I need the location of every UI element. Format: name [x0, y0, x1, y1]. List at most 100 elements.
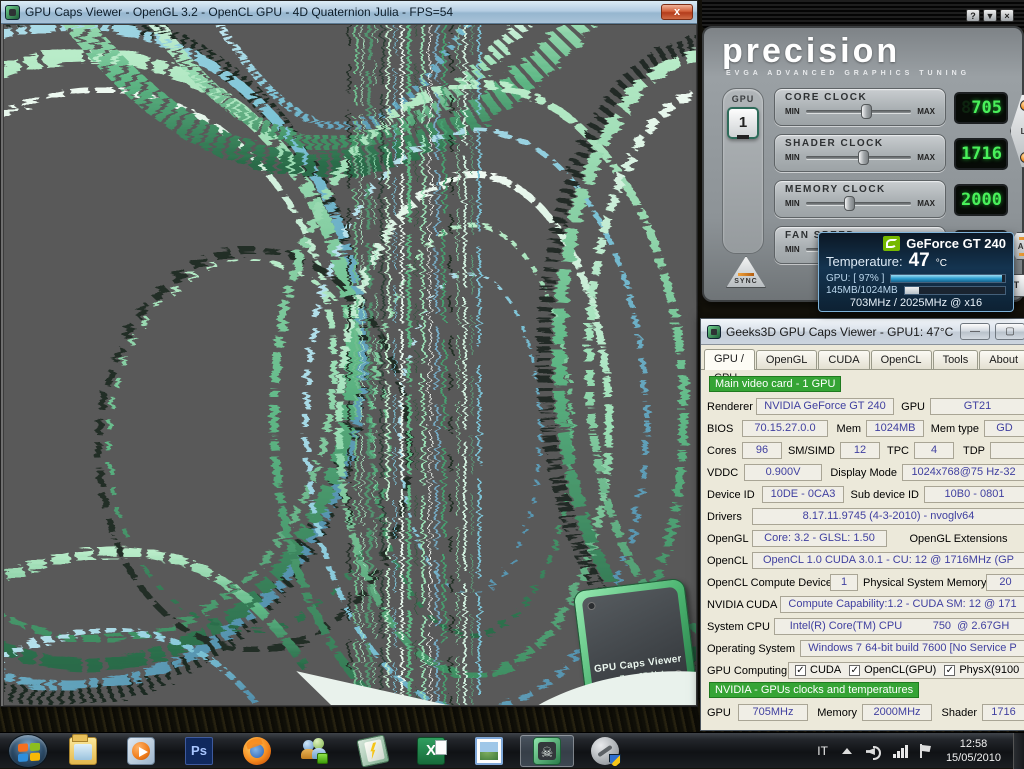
clock-gpu-label: GPU	[707, 707, 733, 719]
language-indicator[interactable]: IT	[817, 744, 828, 758]
mem-label: Mem	[833, 423, 861, 435]
checkbox-checked-icon	[944, 665, 955, 676]
row-cuda: NVIDIA CUDA Compute Capability:1.2 - CUD…	[707, 595, 1024, 614]
memtype-value: GD	[984, 420, 1024, 437]
help-button[interactable]: ?	[966, 9, 980, 22]
core-clock-slider[interactable]	[806, 110, 912, 113]
gpu-status-tooltip: GeForce GT 240 Temperature: 47 °C GPU: […	[818, 232, 1014, 312]
core-clock-label: CORE CLOCK	[785, 92, 935, 103]
taskbar-explorer[interactable]	[56, 735, 110, 767]
row-clocks: GPU 705MHz Memory 2000MHz Shader 1716	[707, 703, 1024, 722]
slider-thumb[interactable]	[861, 104, 872, 119]
shader-clock-slider[interactable]	[806, 156, 912, 159]
gpu-computing-label: GPU Computing	[707, 665, 783, 677]
display-mode-label: Display Mode	[827, 467, 897, 479]
gpu-selector: GPU 1	[722, 88, 764, 254]
clock[interactable]: 12:58 15/05/2010	[946, 737, 1001, 765]
clock-memory-label: Memory	[813, 707, 857, 719]
opengl-extensions-link[interactable]: OpenGL Extensions	[892, 533, 1024, 545]
tpc-value: 4	[914, 442, 954, 459]
precision-tagline: EVGA ADVANCED GRAPHICS TUNING	[726, 70, 970, 77]
core-clock-group: CORE CLOCK MIN MAX	[774, 88, 946, 126]
tab-about[interactable]: About	[979, 350, 1024, 369]
menu-button[interactable]: ▼	[983, 9, 997, 22]
start-button[interactable]	[8, 734, 48, 768]
show-desktop-button[interactable]	[1013, 733, 1024, 769]
row-renderer: Renderer NVIDIA GeForce GT 240 GPU GT21	[707, 397, 1024, 416]
min-label: MIN	[785, 153, 800, 162]
gpu-caps-viewer-window: Geeks3D GPU Caps Viewer - GPU1: 47°C — ▢…	[700, 318, 1024, 731]
maximize-button[interactable]: ▢	[995, 323, 1024, 340]
row-drivers: Drivers 8.17.11.9745 (4-3-2010) - nvoglv…	[707, 507, 1024, 526]
windows-logo-icon	[18, 743, 40, 762]
caps-titlebar[interactable]: Geeks3D GPU Caps Viewer - GPU1: 47°C — ▢	[701, 319, 1024, 345]
cuda-checkbox[interactable]: CUDA	[795, 663, 841, 678]
smsimd-value: 12	[840, 442, 880, 459]
memtype-label: Mem type	[929, 423, 979, 435]
taskbar-messenger[interactable]	[288, 735, 342, 767]
hidden-icons-chevron-icon[interactable]	[842, 748, 852, 754]
close-button[interactable]: ×	[1000, 9, 1014, 22]
slider-thumb[interactable]	[844, 196, 855, 211]
demo-window-title: GPU Caps Viewer - OpenGL 3.2 - OpenCL GP…	[25, 5, 661, 19]
vddc-label: VDDC	[707, 467, 739, 479]
taskbar-gpu-caps-viewer[interactable]	[520, 735, 574, 767]
opencl-checkbox[interactable]: OpenCL(GPU)	[849, 663, 936, 678]
taskbar-photoshop[interactable]: Ps	[172, 735, 226, 767]
sync-button[interactable]: SYNC	[726, 256, 766, 288]
render-viewport: GPU Caps Viewer oZone3D.Net	[3, 24, 697, 706]
row-opengl: OpenGL Core: 3.2 - GLSL: 1.50 OpenGL Ext…	[707, 529, 1024, 548]
demo-titlebar[interactable]: GPU Caps Viewer - OpenGL 3.2 - OpenCL GP…	[1, 1, 697, 24]
taskbar-excel[interactable]: X	[404, 735, 458, 767]
cpu-value: Intel(R) Core(TM) CPU 750 @ 2.67GH	[774, 618, 1024, 635]
close-button[interactable]: x	[661, 4, 693, 20]
taskbar-notes[interactable]	[346, 735, 400, 767]
gpu-label: GPU	[899, 401, 925, 413]
temperature-value: 47	[909, 250, 930, 272]
cpu-label: System CPU	[707, 621, 769, 633]
taskbar-photo-viewer[interactable]	[462, 735, 516, 767]
row-bios: BIOS 70.15.27.0.0 Mem 1024MB Mem type GD	[707, 419, 1024, 438]
action-center-flag-icon[interactable]	[920, 744, 932, 758]
physical-memory-label: Physical System Memory	[863, 577, 981, 589]
tab-gpu-cpu[interactable]: GPU / CPU	[704, 349, 755, 370]
gpu-value: GT21	[930, 398, 1024, 415]
system-tray: IT 12:58 15/05/2010	[817, 733, 1024, 769]
opencl-devices-label: OpenCL Compute Devices	[707, 577, 825, 589]
tab-opengl[interactable]: OpenGL	[756, 350, 818, 369]
caps-window-title: Geeks3D GPU Caps Viewer - GPU1: 47°C	[726, 325, 955, 339]
tab-cuda[interactable]: CUDA	[818, 350, 869, 369]
excel-icon: X	[417, 737, 445, 765]
memory-clock-slider[interactable]	[806, 202, 912, 205]
minimize-button[interactable]: —	[960, 323, 990, 340]
tab-opencl[interactable]: OpenCL	[871, 350, 932, 369]
clock-memory-value: 2000MHz	[862, 704, 932, 721]
taskbar-firefox[interactable]	[230, 735, 284, 767]
link-led-icon	[1020, 100, 1024, 111]
tdp-label: TDP	[959, 445, 985, 457]
gpu-load-label: GPU: [ 97% ]	[826, 273, 884, 284]
app-icon	[5, 5, 20, 20]
os-value: Windows 7 64-bit build 7600 [No Service …	[800, 640, 1024, 657]
bios-value: 70.15.27.0.0	[742, 420, 828, 437]
sync-label: SYNC	[734, 278, 757, 285]
memory-clock-led: 2000	[954, 184, 1008, 216]
row-cores: Cores 96 SM/SIMD 12 TPC 4 TDP	[707, 441, 1024, 460]
volume-icon[interactable]	[866, 744, 881, 758]
physx-checkbox[interactable]: PhysX(9100	[944, 663, 1019, 678]
network-signal-icon[interactable]	[893, 745, 908, 758]
display-mode-value: 1024x768@75 Hz-32	[902, 464, 1024, 481]
max-label: MAX	[917, 199, 935, 208]
core-clock-led: 705	[954, 92, 1008, 124]
min-label: MIN	[785, 199, 800, 208]
tab-bar: GPU / CPU OpenGL CUDA OpenCL Tools About	[701, 345, 1024, 370]
section-clocks-temps: NVIDIA - GPUs clocks and temperatures	[709, 682, 919, 698]
temperature-label: Temperature:	[826, 254, 903, 269]
slider-thumb[interactable]	[858, 150, 869, 165]
shader-clock-label: SHADER CLOCK	[785, 138, 935, 149]
taskbar-media-player[interactable]	[114, 735, 168, 767]
row-gpu-computing: GPU Computing CUDA OpenCL(GPU) PhysX(910…	[707, 661, 1024, 680]
tab-tools[interactable]: Tools	[933, 350, 979, 369]
taskbar-driver-settings[interactable]	[578, 735, 632, 767]
gpu-1-button[interactable]: 1	[727, 107, 759, 139]
